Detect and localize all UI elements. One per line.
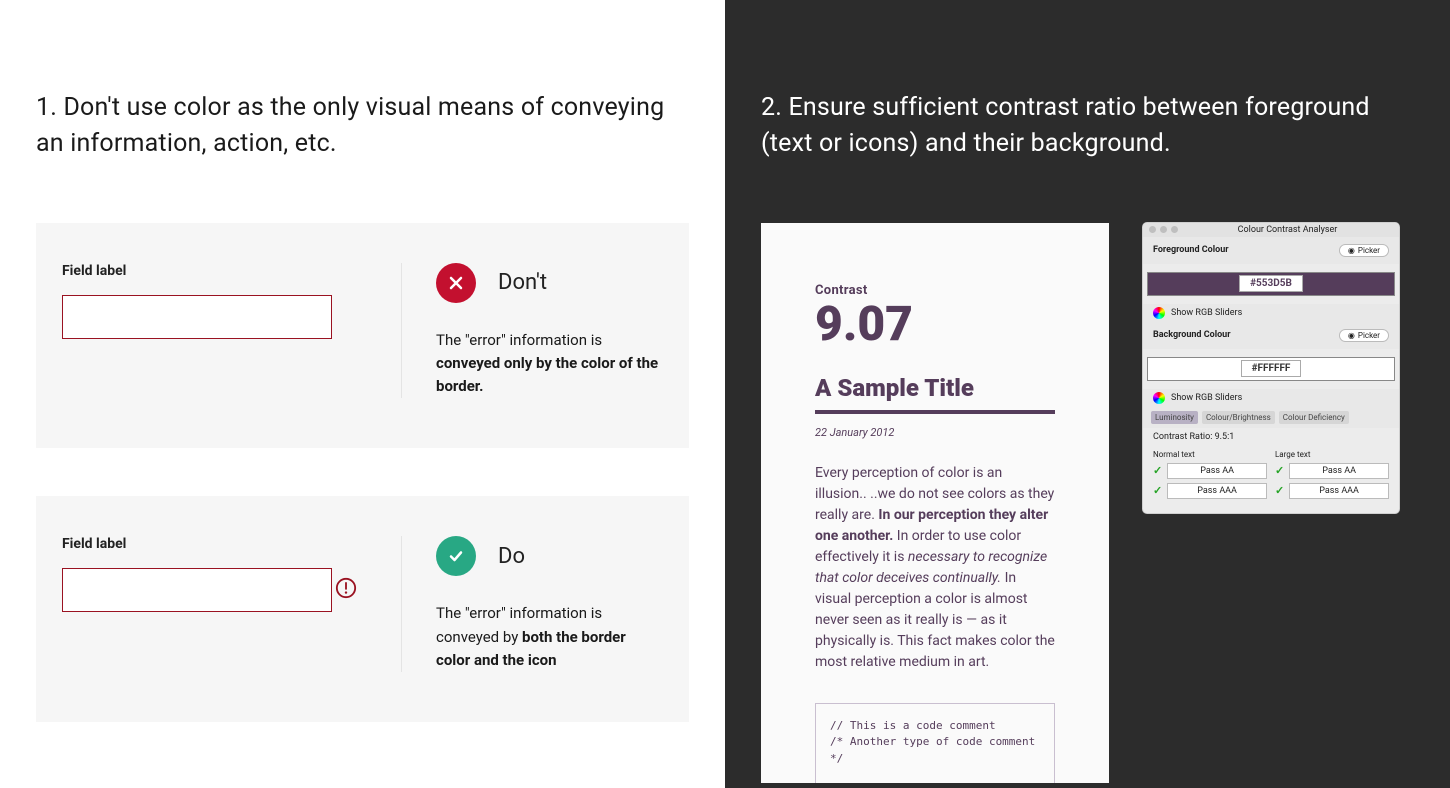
checkmark-icon: ✓ xyxy=(1153,484,1162,497)
foreground-swatch[interactable]: #553D5B xyxy=(1147,272,1395,296)
foreground-hex-value: #553D5B xyxy=(1239,275,1303,292)
dont-example-card: Field label Don't The "error" informatio… xyxy=(36,223,689,449)
article-body: Every perception of color is an illusion… xyxy=(815,463,1055,673)
background-picker-button[interactable]: ◉Picker xyxy=(1339,329,1389,342)
pass-aaa-large: Pass AAA xyxy=(1289,483,1389,499)
eyedropper-icon: ◉ xyxy=(1348,331,1355,340)
checkmark-icon: ✓ xyxy=(1153,464,1162,477)
tab-luminosity[interactable]: Luminosity xyxy=(1151,411,1198,424)
foreground-colour-label: Foreground Colour xyxy=(1153,245,1229,255)
foreground-picker-button[interactable]: ◉Picker xyxy=(1339,244,1389,257)
text-input[interactable] xyxy=(62,295,332,339)
code-example: // This is a code comment /* Another typ… xyxy=(815,703,1055,783)
contrast-value: 9.07 xyxy=(815,300,1055,348)
text-input-with-icon[interactable] xyxy=(62,568,332,612)
checkmark-icon: ✓ xyxy=(1275,484,1284,497)
dont-badge-icon xyxy=(436,263,476,303)
do-example-card: Field label Do The "error" information i… xyxy=(36,496,689,722)
do-badge-icon xyxy=(436,536,476,576)
pass-aa-large: Pass AA xyxy=(1289,463,1389,479)
color-wheel-icon xyxy=(1153,307,1165,319)
guideline-1-heading: 1. Don't use color as the only visual me… xyxy=(36,90,689,163)
zoom-icon[interactable] xyxy=(1171,226,1178,233)
do-explanation: The "error" information is conveyed by b… xyxy=(436,602,663,672)
field-label: Field label xyxy=(62,263,367,279)
window-title: Colour Contrast Analyser xyxy=(1182,225,1393,235)
checkmark-icon: ✓ xyxy=(1275,464,1284,477)
normal-text-label: Normal text xyxy=(1153,450,1267,459)
tab-colour-brightness[interactable]: Colour/Brightness xyxy=(1202,411,1275,424)
show-rgb-sliders-toggle[interactable]: Show RGB Sliders xyxy=(1171,308,1242,318)
cca-app-window: Colour Contrast Analyser Foreground Colo… xyxy=(1143,223,1399,513)
large-text-label: Large text xyxy=(1275,450,1389,459)
color-wheel-icon xyxy=(1153,392,1165,404)
close-icon[interactable] xyxy=(1149,226,1156,233)
field-label: Field label xyxy=(62,536,367,552)
minimize-icon[interactable] xyxy=(1160,226,1167,233)
background-hex-value: #FFFFFF xyxy=(1241,360,1302,377)
guideline-2-heading: 2. Ensure sufficient contrast ratio betw… xyxy=(761,90,1414,163)
sample-article-card: Contrast 9.07 A Sample Title 22 January … xyxy=(761,223,1109,783)
dont-explanation: The "error" information is conveyed only… xyxy=(436,329,663,399)
contrast-ratio-text: Contrast Ratio: 9.5:1 xyxy=(1143,428,1399,446)
pass-aaa-normal: Pass AAA xyxy=(1167,483,1267,499)
background-swatch[interactable]: #FFFFFF xyxy=(1147,357,1395,381)
article-date: 22 January 2012 xyxy=(815,426,1055,439)
pass-aa-normal: Pass AA xyxy=(1167,463,1267,479)
eyedropper-icon: ◉ xyxy=(1348,246,1355,255)
dont-badge-label: Don't xyxy=(498,270,547,295)
tab-colour-deficiency[interactable]: Colour Deficiency xyxy=(1279,411,1349,424)
do-badge-label: Do xyxy=(498,544,525,569)
background-colour-label: Background Colour xyxy=(1153,330,1231,340)
error-icon xyxy=(335,577,357,603)
show-rgb-sliders-toggle[interactable]: Show RGB Sliders xyxy=(1171,393,1242,403)
article-title: A Sample Title xyxy=(815,374,1055,414)
